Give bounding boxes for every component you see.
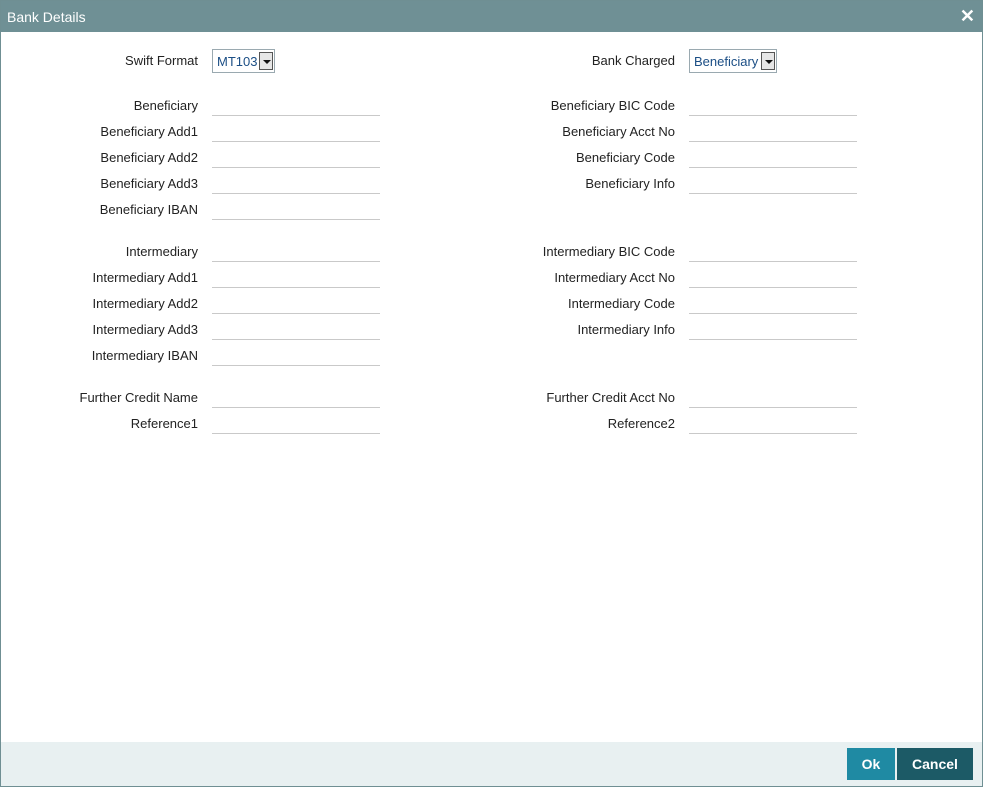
beneficiary-acct-no-field[interactable]	[689, 122, 857, 142]
further-credit-name-label: Further Credit Name	[79, 390, 198, 405]
reference1-field[interactable]	[212, 414, 380, 434]
intermediary-code-field[interactable]	[689, 294, 857, 314]
title-bar: Bank Details ✕	[1, 1, 982, 32]
beneficiary-add2-label: Beneficiary Add2	[100, 150, 198, 165]
chevron-down-icon[interactable]	[761, 52, 775, 70]
intermediary-iban-label: Intermediary IBAN	[91, 348, 198, 363]
intermediary-bic-code-label: Intermediary BIC Code	[542, 244, 675, 259]
further-credit-acct-no-label: Further Credit Acct No	[546, 390, 675, 405]
intermediary-code-label: Intermediary Code	[568, 296, 675, 311]
swift-format-label: Swift Format	[125, 53, 198, 68]
swift-format-value: MT103	[217, 54, 258, 69]
beneficiary-iban-label: Beneficiary IBAN	[99, 202, 198, 217]
beneficiary-iban-field[interactable]	[212, 200, 380, 220]
beneficiary-field[interactable]	[212, 96, 380, 116]
dialog-footer: Ok Cancel	[1, 742, 982, 786]
beneficiary-add1-field[interactable]	[212, 122, 380, 142]
beneficiary-add2-field[interactable]	[212, 148, 380, 168]
beneficiary-bic-code-label: Beneficiary BIC Code	[550, 98, 675, 113]
further-credit-acct-no-field[interactable]	[689, 388, 857, 408]
beneficiary-bic-code-field[interactable]	[689, 96, 857, 116]
beneficiary-add3-field[interactable]	[212, 174, 380, 194]
beneficiary-add1-label: Beneficiary Add1	[100, 124, 198, 139]
swift-format-select[interactable]: MT103	[212, 49, 275, 73]
intermediary-bic-code-field[interactable]	[689, 242, 857, 262]
bank-charged-value: Beneficiary	[694, 54, 759, 69]
beneficiary-info-label: Beneficiary Info	[585, 176, 675, 191]
bank-details-dialog: Bank Details ✕ Swift Format MT103 Benefi…	[0, 0, 983, 787]
intermediary-iban-field[interactable]	[212, 346, 380, 366]
further-credit-name-field[interactable]	[212, 388, 380, 408]
bank-charged-label: Bank Charged	[591, 53, 675, 68]
intermediary-add3-label: Intermediary Add3	[92, 322, 198, 337]
bank-charged-select[interactable]: Beneficiary	[689, 49, 777, 73]
close-icon[interactable]: ✕	[960, 6, 975, 26]
ok-button[interactable]: Ok	[847, 748, 895, 780]
intermediary-info-label: Intermediary Info	[577, 322, 675, 337]
intermediary-acct-no-field[interactable]	[689, 268, 857, 288]
reference1-label: Reference1	[130, 416, 198, 431]
intermediary-field[interactable]	[212, 242, 380, 262]
chevron-down-icon[interactable]	[259, 52, 273, 70]
intermediary-add3-field[interactable]	[212, 320, 380, 340]
beneficiary-acct-no-label: Beneficiary Acct No	[562, 124, 675, 139]
reference2-field[interactable]	[689, 414, 857, 434]
dialog-title: Bank Details	[7, 9, 86, 25]
intermediary-add2-field[interactable]	[212, 294, 380, 314]
intermediary-add1-label: Intermediary Add1	[92, 270, 198, 285]
reference2-label: Reference2	[607, 416, 675, 431]
beneficiary-info-field[interactable]	[689, 174, 857, 194]
intermediary-add1-field[interactable]	[212, 268, 380, 288]
intermediary-label: Intermediary	[125, 244, 198, 259]
beneficiary-add3-label: Beneficiary Add3	[100, 176, 198, 191]
beneficiary-code-field[interactable]	[689, 148, 857, 168]
cancel-button[interactable]: Cancel	[897, 748, 973, 780]
beneficiary-code-label: Beneficiary Code	[576, 150, 675, 165]
beneficiary-label: Beneficiary	[133, 98, 198, 113]
intermediary-add2-label: Intermediary Add2	[92, 296, 198, 311]
intermediary-acct-no-label: Intermediary Acct No	[554, 270, 675, 285]
intermediary-info-field[interactable]	[689, 320, 857, 340]
